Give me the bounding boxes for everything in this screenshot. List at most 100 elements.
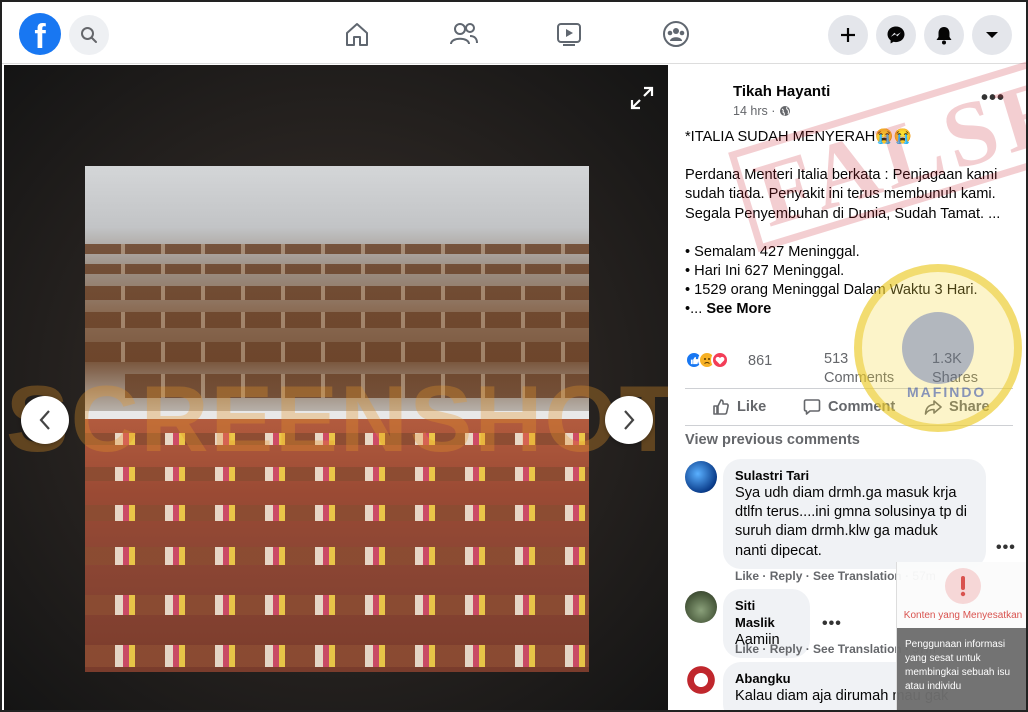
flower-row bbox=[85, 505, 589, 521]
search-button[interactable] bbox=[69, 15, 109, 55]
flower-row bbox=[85, 645, 589, 667]
messenger-icon bbox=[887, 26, 905, 44]
thumbs-up-icon bbox=[713, 399, 729, 415]
comment-author[interactable]: Sulastri Tari bbox=[735, 467, 974, 484]
comment-bubble: Sulastri Tari Sya udh diam drmh.ga masuk… bbox=[723, 459, 986, 569]
post-author[interactable]: Tikah Hayanti bbox=[733, 83, 830, 100]
shares-count-link[interactable]: 1.3K Shares bbox=[932, 350, 978, 388]
post-text: *ITALIA SUDAH MENYERAH😭😭 Perdana Menteri… bbox=[685, 128, 1015, 320]
coffin-row bbox=[85, 342, 589, 362]
messenger-button[interactable] bbox=[876, 15, 916, 55]
comment-label: Comment bbox=[828, 399, 896, 415]
nav-watch[interactable] bbox=[553, 18, 585, 50]
comment-button[interactable]: Comment bbox=[803, 393, 895, 421]
post-line: • 1529 orang Meninggal Dalam Waktu 3 Har… bbox=[685, 282, 978, 299]
friends-icon bbox=[450, 23, 478, 45]
misleading-content-card: Konten yang Menyesatkan Penggunaan infor… bbox=[896, 562, 1026, 710]
coffin-row bbox=[85, 312, 589, 328]
photo-viewer: SCREENSHOT BY bbox=[4, 65, 668, 710]
coffin-row bbox=[85, 286, 589, 300]
fullscreen-button[interactable] bbox=[629, 85, 655, 111]
warning-title: Konten yang Menyesatkan bbox=[903, 610, 1023, 621]
see-more-link[interactable]: See More bbox=[706, 301, 771, 317]
comments-count-link[interactable]: 513 Comments bbox=[824, 350, 894, 388]
chevron-left-icon bbox=[39, 410, 50, 430]
comment-line: dtlfn terus....ini gmna solusinya tp di bbox=[735, 504, 967, 521]
comment-reply-link[interactable]: Reply bbox=[770, 569, 803, 583]
post-line bbox=[685, 224, 1015, 243]
search-icon bbox=[81, 27, 97, 43]
comment-line: Sya udh diam drmh.ga masuk krja bbox=[735, 485, 957, 501]
comment-options-button[interactable]: ••• bbox=[822, 615, 842, 633]
like-button[interactable]: Like bbox=[712, 393, 766, 421]
coffin-row bbox=[85, 244, 589, 254]
plus-icon bbox=[841, 28, 855, 42]
post-line: Perdana Menteri Italia berkata : Penjaga… bbox=[685, 167, 998, 184]
nav-groups[interactable] bbox=[660, 18, 692, 50]
reactions-count[interactable]: 861 bbox=[748, 353, 772, 369]
divider bbox=[685, 425, 1013, 426]
dropdown-icon bbox=[986, 32, 998, 38]
post-time-text: 14 hrs · bbox=[733, 104, 776, 118]
share-icon bbox=[924, 400, 942, 415]
comment-like-link[interactable]: Like bbox=[735, 569, 759, 583]
warning-icon bbox=[945, 568, 981, 604]
love-reaction-icon bbox=[711, 351, 729, 369]
comment-line: nanti dipecat. bbox=[735, 542, 822, 559]
avatar[interactable] bbox=[685, 461, 717, 493]
notifications-button[interactable] bbox=[924, 15, 964, 55]
globe-icon bbox=[780, 106, 791, 116]
facebook-logo[interactable]: f bbox=[19, 13, 61, 55]
groups-icon bbox=[663, 21, 689, 47]
expand-icon bbox=[630, 86, 654, 110]
see-translation-link[interactable]: See Translation bbox=[813, 642, 902, 656]
post-line: •... See More bbox=[685, 300, 1015, 319]
like-label: Like bbox=[737, 399, 767, 415]
reaction-icons[interactable] bbox=[685, 351, 729, 369]
shares-label: Shares bbox=[932, 370, 978, 386]
create-button[interactable] bbox=[828, 15, 868, 55]
flower-row bbox=[85, 595, 589, 615]
comment-icon bbox=[803, 399, 821, 415]
nav-home[interactable] bbox=[341, 18, 373, 50]
chevron-right-icon bbox=[624, 410, 635, 430]
post-line: Segala Penyembuhan di Dunia, Sudah Tamat… bbox=[685, 205, 1001, 222]
divider bbox=[685, 388, 1013, 389]
shares-count: 1.3K bbox=[932, 351, 962, 367]
warning-header: Konten yang Menyesatkan bbox=[897, 562, 1026, 628]
flower-row bbox=[85, 547, 589, 565]
nav-friends[interactable] bbox=[448, 18, 480, 50]
screenshot-watermark: SCREENSHOT BY bbox=[6, 366, 668, 471]
avatar[interactable] bbox=[685, 591, 717, 623]
coffin-row bbox=[85, 264, 589, 274]
comment-reply-link[interactable]: Reply bbox=[770, 642, 803, 656]
post-timestamp[interactable]: 14 hrs · bbox=[733, 104, 791, 118]
notifications-icon bbox=[936, 27, 952, 45]
comments-label: Comments bbox=[824, 370, 895, 386]
next-photo-button[interactable] bbox=[605, 396, 653, 444]
watch-icon bbox=[557, 23, 581, 46]
post-line bbox=[685, 147, 1015, 166]
home-icon bbox=[346, 23, 368, 46]
previous-photo-button[interactable] bbox=[21, 396, 69, 444]
account-menu-button[interactable] bbox=[972, 15, 1012, 55]
post-line: *ITALIA SUDAH MENYERAH😭😭 bbox=[685, 129, 912, 145]
comments-count: 513 bbox=[824, 351, 849, 367]
post-line: • Semalam 427 Meninggal. bbox=[685, 243, 860, 260]
screenshot-frame: f SCREENSHOT Tikah Hayanti 14 hrs · ••• … bbox=[0, 0, 1028, 712]
top-navigation-bar: f bbox=[2, 2, 1026, 64]
share-label: Share bbox=[949, 399, 990, 415]
avatar[interactable] bbox=[685, 664, 717, 696]
comment-like-link[interactable]: Like bbox=[735, 642, 759, 656]
post-line: • Hari Ini 627 Meninggal. bbox=[685, 263, 845, 280]
see-translation-link[interactable]: See Translation bbox=[813, 569, 902, 583]
warning-body: Penggunaan informasi yang sesat untuk me… bbox=[897, 628, 1026, 710]
comment-options-button[interactable]: ••• bbox=[996, 539, 1016, 557]
comment-line: suruh diam drmh.klw ga maduk bbox=[735, 523, 938, 540]
post-line: sudah tiada. Penyakit ini terus membunuh… bbox=[685, 186, 996, 203]
share-button[interactable]: Share bbox=[924, 393, 990, 421]
view-previous-comments-link[interactable]: View previous comments bbox=[685, 432, 860, 448]
post-last-line: •... bbox=[685, 301, 707, 318]
comment-author[interactable]: Siti Maslik bbox=[735, 597, 798, 631]
post-options-button[interactable]: ••• bbox=[981, 87, 1005, 110]
